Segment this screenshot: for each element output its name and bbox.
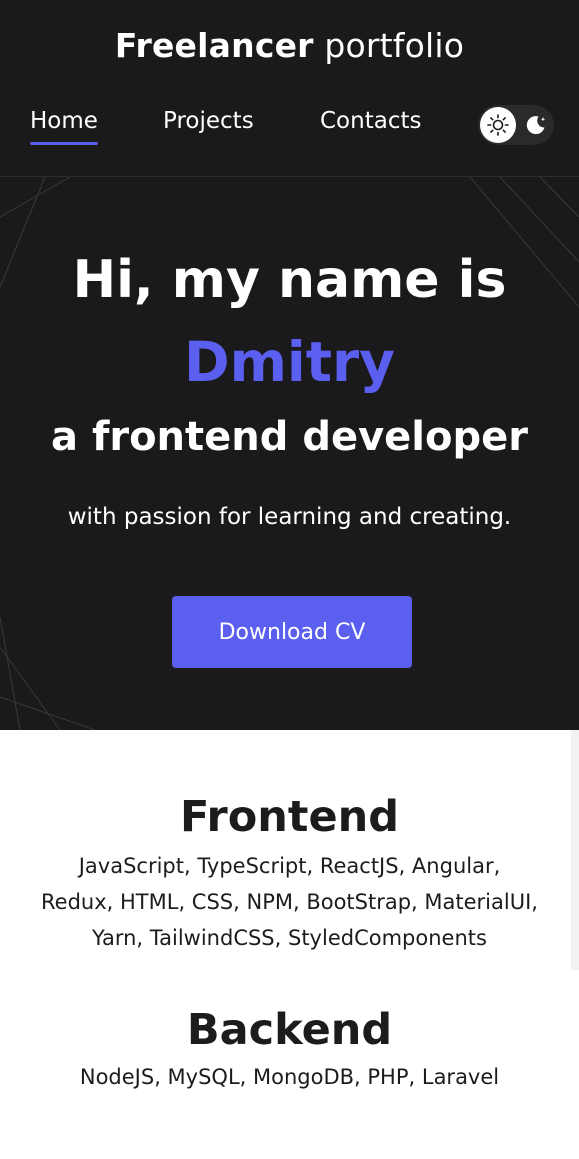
hero-name: Dmitry xyxy=(183,330,396,394)
nav-projects[interactable]: Projects xyxy=(163,108,254,134)
brand-bold: Freelancer xyxy=(114,26,314,65)
theme-toggle[interactable] xyxy=(478,105,554,145)
hero-greeting: Hi, my name is xyxy=(72,250,507,310)
hero-role: a frontend developer xyxy=(51,414,528,460)
section-text: JavaScript, TypeScript, ReactJS, Angular… xyxy=(41,854,538,950)
nav-home[interactable]: Home xyxy=(30,108,98,145)
section-text: NodeJS, MySQL, MongoDB, PHP, Laravel xyxy=(79,1065,500,1089)
backend-skills: Backend NodeJS, MySQL, MongoDB, PHP, Lar… xyxy=(0,1005,579,1095)
moon-icon xyxy=(522,111,550,139)
sun-icon xyxy=(487,114,509,136)
toggle-knob xyxy=(480,107,516,143)
site-header: Freelancer portfolio Home Projects Conta… xyxy=(0,0,579,177)
brand-light: portfolio xyxy=(324,26,465,65)
hero-tagline: with passion for learning and creating. xyxy=(67,504,512,530)
hero-section: Hi, my name is Dmitry a frontend develop… xyxy=(0,177,579,730)
section-title: Frontend xyxy=(179,792,400,842)
site-brand[interactable]: Freelancer portfolio xyxy=(0,26,579,65)
section-title: Backend xyxy=(186,1005,393,1055)
frontend-skills: Frontend JavaScript, TypeScript, ReactJS… xyxy=(0,792,579,956)
nav-contacts[interactable]: Contacts xyxy=(320,108,421,134)
download-cv-button[interactable]: Download CV xyxy=(172,596,412,668)
